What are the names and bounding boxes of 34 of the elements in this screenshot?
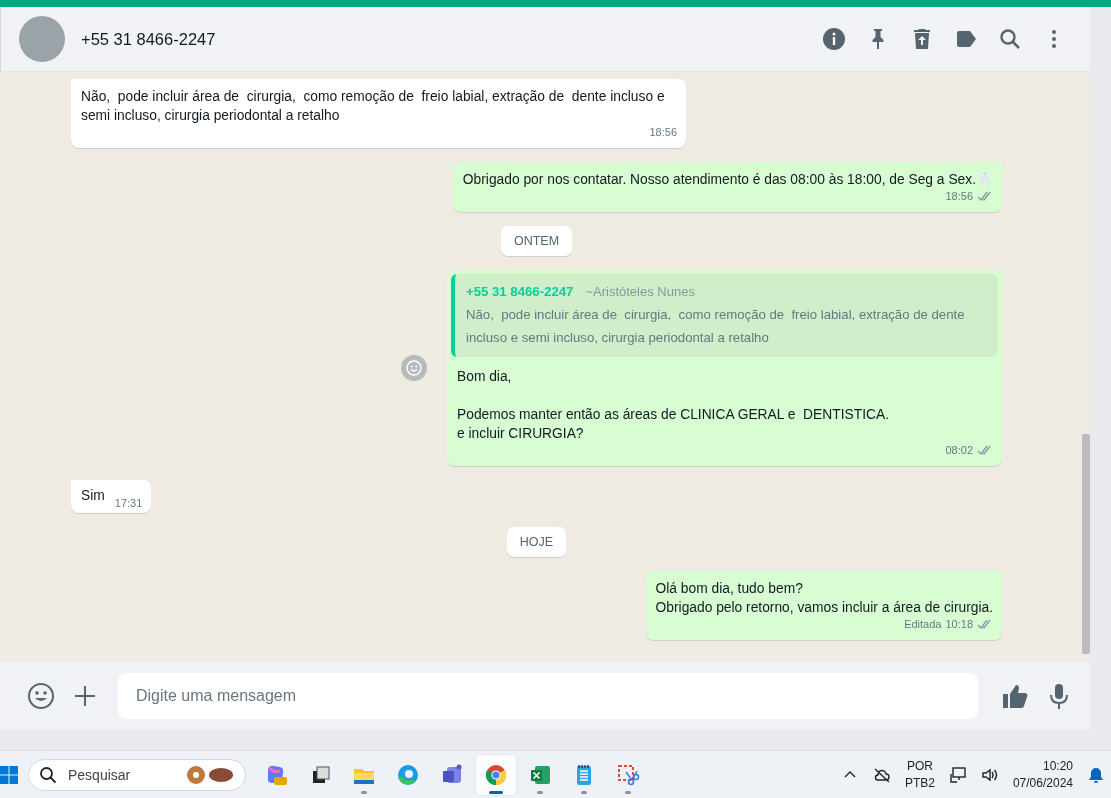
quoted-author-name: ~Aristóteles Nunes xyxy=(585,283,695,301)
date-separator: HOJE xyxy=(506,527,567,557)
keyboard-language-indicator[interactable]: POR PTB2 xyxy=(904,757,935,792)
donut-drawing xyxy=(185,764,235,785)
search-input[interactable]: Pesquisar xyxy=(66,765,176,784)
notification-bell-icon[interactable] xyxy=(1087,765,1105,784)
emoji-icon[interactable] xyxy=(26,681,56,711)
message-text: Não, pode incluir área de cirurgia, como remoção de freio labial, extração de dente incluso e semi incluso, cirurgia periodontal a retalho xyxy=(81,88,666,125)
edited-label: Editada xyxy=(904,617,942,632)
search-icon[interactable] xyxy=(998,27,1022,51)
message-input[interactable]: Digite uma mensagem xyxy=(118,673,978,719)
message-text: Sim xyxy=(81,487,105,503)
message-time: 18:56 xyxy=(649,125,677,140)
message-text: Olá bom dia, tudo bem? Obrigado pelo retorno, vamos incluir a área de cirurgia. xyxy=(655,580,993,617)
contact-name[interactable]: +55 31 8466-2247 xyxy=(81,29,806,49)
message-time: 18:56 xyxy=(945,189,973,204)
scrollbar-thumb[interactable] xyxy=(1082,434,1090,654)
quoted-author: +55 31 8466-2247 xyxy=(466,283,574,301)
message-time: 17:31 xyxy=(114,496,143,511)
network-icon[interactable] xyxy=(948,765,967,784)
snipping-tool-icon xyxy=(616,762,640,787)
message-time: 10:18 xyxy=(945,617,973,632)
search-icon xyxy=(39,765,57,784)
chrome-browser-icon xyxy=(484,762,508,787)
quoted-text: Não, pode incluir área de cirurgia, como remoção de freio labial, extração de dente incluso e semi incluso, cirurgia periodontal a retalho xyxy=(466,306,966,347)
taskbar-clock[interactable]: 10:20 07/06/2024 xyxy=(1012,757,1073,792)
message-text: Obrigado por nos contatar. Nosso atendimento é das 08:00 às 18:00, de Seg a Sex.🦷 xyxy=(462,171,993,189)
windows-logo-icon[interactable] xyxy=(0,765,18,784)
taskbar-search-field[interactable]: Pesquisar xyxy=(28,758,246,791)
edge-browser-icon xyxy=(396,762,420,787)
date-separator: ONTEM xyxy=(500,226,573,256)
message-text: Bom dia, Podemos manter então as áreas de CLINICA GERAL e DENTISTICA. e incluir CIRURGIA? xyxy=(457,368,890,443)
message-time: 08:02 xyxy=(945,443,973,458)
info-icon[interactable] xyxy=(822,27,846,51)
